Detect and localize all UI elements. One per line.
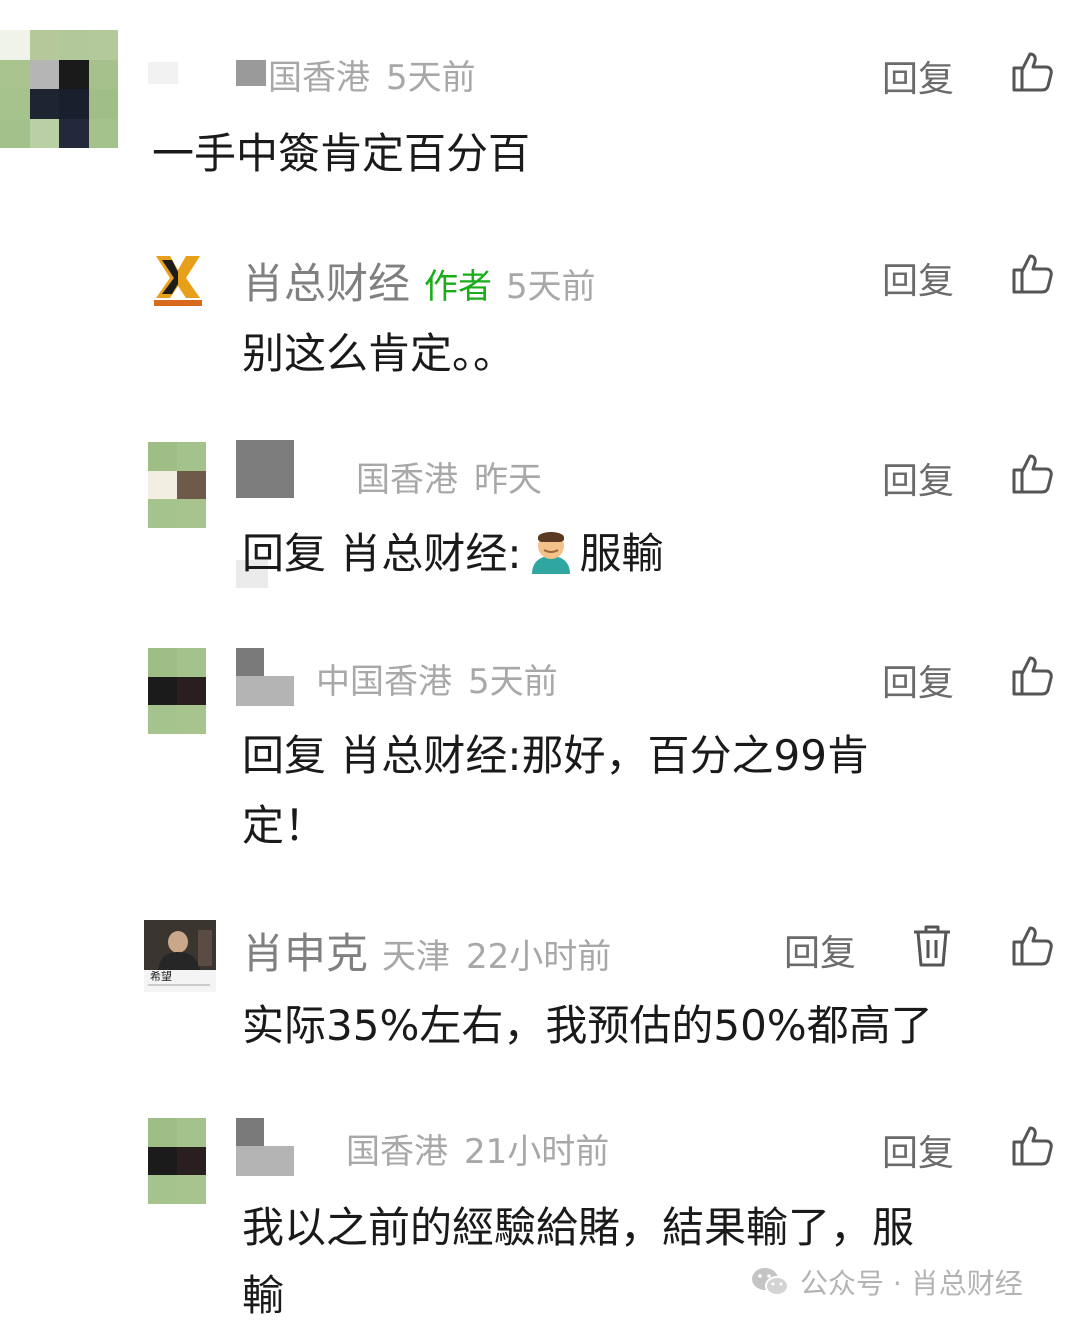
thumbs-up-icon[interactable]	[1008, 450, 1056, 498]
reply-button[interactable]: 回复	[784, 924, 856, 976]
thumbs-up-icon[interactable]	[1008, 250, 1056, 298]
thumbs-up-icon[interactable]	[1008, 652, 1056, 700]
avatar[interactable]	[148, 442, 206, 528]
location-label: 天津	[382, 937, 451, 977]
thumbs-up-icon[interactable]	[1008, 1122, 1056, 1170]
blurred-name	[236, 440, 294, 498]
commenter-name[interactable]: 肖申克	[242, 920, 368, 981]
comment-meta: 国香港 5天前	[268, 50, 476, 99]
location-label: 国香港	[356, 460, 458, 500]
reply-button[interactable]: 回复	[882, 50, 954, 102]
comment-text: 回复 肖总财经: 服輸	[242, 520, 664, 588]
comment-text: 我以之前的經驗給賭，結果輸了，服	[242, 1203, 915, 1252]
blurred-name	[236, 676, 294, 706]
timestamp: 21小时前	[464, 1132, 610, 1172]
comment-meta: 肖总财经 作者 5天前	[242, 250, 596, 311]
reply-prefix: 回复 肖总财经:	[242, 529, 522, 578]
comment-text: 一手中簽肯定百分百	[152, 129, 531, 178]
trash-icon[interactable]	[908, 922, 956, 970]
comment-text: 回复 肖总财经:那好，百分之99肯	[242, 722, 869, 790]
comment-text: 实际35%左右，我预估的50%都高了	[242, 1001, 933, 1050]
reply-button[interactable]: 回复	[882, 1124, 954, 1176]
location-label: 中国香港	[316, 662, 452, 702]
wechat-icon	[752, 1268, 789, 1296]
comment-meta: 中国香港 5天前	[316, 654, 558, 703]
avatar-caption: 希望	[150, 970, 172, 983]
avatar[interactable]	[148, 1118, 206, 1204]
timestamp: 5天前	[386, 58, 476, 98]
avatar[interactable]	[148, 648, 206, 734]
comment-meta: 肖申克 天津 22小时前	[242, 920, 611, 981]
blurred-name	[236, 60, 266, 86]
thumbs-up-icon[interactable]	[1008, 48, 1056, 96]
blurred-name	[236, 1146, 294, 1176]
timestamp: 昨天	[474, 460, 542, 500]
blurred-name	[236, 1118, 264, 1146]
reply-button[interactable]: 回复	[882, 654, 954, 706]
comment-meta: 国香港 昨天	[356, 452, 542, 501]
author-avatar[interactable]	[148, 250, 208, 310]
reply-body: 那好，百分之99肯	[521, 731, 869, 780]
author-badge: 作者	[424, 267, 493, 307]
blurred-name	[148, 62, 178, 84]
reply-prefix: 回复 肖总财经:	[242, 731, 522, 780]
comment-text-line2: 輸	[242, 1271, 285, 1320]
brand-logo	[154, 256, 202, 306]
timestamp: 22小时前	[466, 937, 612, 977]
author-name[interactable]: 肖总财经	[242, 250, 410, 311]
blurred-name	[236, 648, 264, 676]
location-label: 国香港	[268, 58, 370, 98]
reply-button[interactable]: 回复	[882, 252, 954, 304]
timestamp: 5天前	[468, 662, 558, 702]
man-bowing-emoji	[531, 532, 570, 574]
timestamp: 5天前	[506, 267, 596, 307]
reply-button[interactable]: 回复	[882, 452, 954, 504]
comment-text-line2: 定！	[242, 801, 327, 850]
location-label: 国香港	[346, 1132, 448, 1172]
comment-meta: 国香港 21小时前	[346, 1124, 609, 1173]
thumbs-up-icon[interactable]	[1008, 922, 1056, 970]
watermark: 公众号 · 肖总财经	[750, 1262, 1023, 1302]
comment-text: 别这么肯定。。	[242, 329, 516, 378]
avatar[interactable]	[0, 30, 118, 148]
reply-body: 服輸	[579, 529, 664, 578]
watermark-text: 公众号 · 肖总财经	[800, 1267, 1023, 1300]
avatar[interactable]: 希望	[144, 920, 216, 992]
